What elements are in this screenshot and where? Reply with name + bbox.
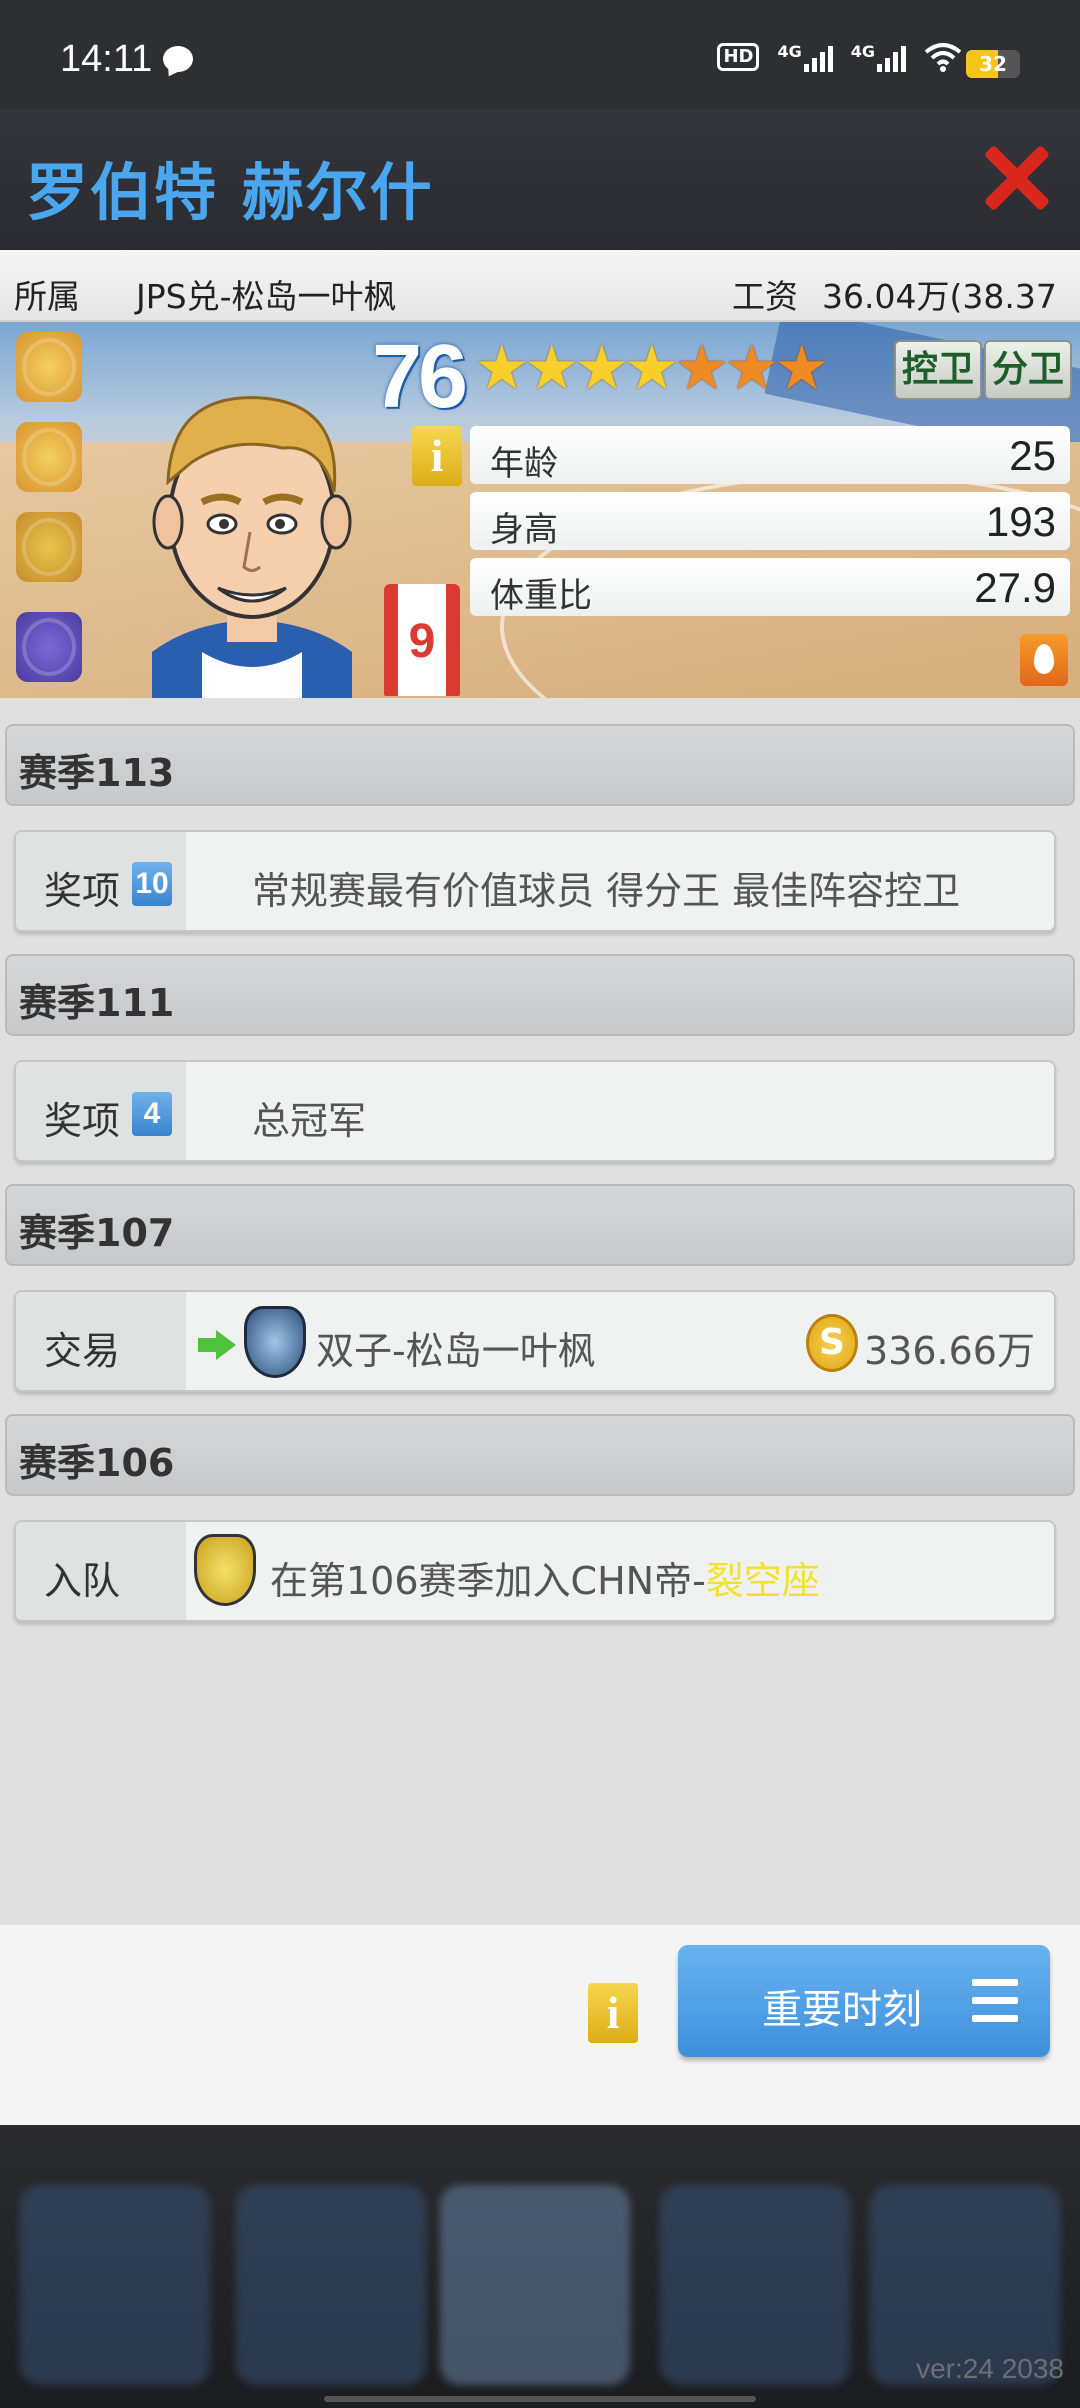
skill-badge-icon-4[interactable]: [16, 612, 82, 682]
arrow-right-icon: [198, 1330, 238, 1360]
star-icon: ★: [724, 331, 780, 404]
team-name-highlight: 裂空座: [705, 1559, 820, 1603]
season-header: 赛季106: [5, 1414, 1075, 1496]
position-badge-sg: 分卫: [984, 340, 1073, 400]
entry-type: 奖项: [44, 1099, 121, 1143]
jersey-number: 9: [408, 615, 436, 668]
status-bar: 14:11 HD 4G 4G 32: [0, 0, 1080, 110]
salary-label: 工资: [732, 277, 798, 316]
history-entry-award[interactable]: 奖项 4 总冠军: [14, 1060, 1056, 1162]
award-count-badge: 4: [132, 1092, 172, 1136]
chat-notification-icon: [163, 46, 193, 72]
player-card: 9 76 ★ ★ ★ ★ ★ ★ ★ 控卫 分卫 i 年龄 25 身高 193 体重比 27…: [0, 322, 1080, 698]
team-logo-icon: [194, 1534, 256, 1606]
season-header: 赛季113: [5, 724, 1075, 806]
jersey-icon: 9: [384, 584, 460, 696]
entry-text: 在第106赛季加入CHN帝-: [270, 1559, 706, 1603]
menu-icon: [972, 1979, 1018, 2023]
nav-item-finance[interactable]: [236, 2185, 426, 2385]
season-label: 赛季111: [19, 981, 175, 1025]
player-history-panel: 所属 JPS兑-松岛一叶枫 工资 36.04万(38.37万): [0, 250, 1080, 2125]
stat-age-label: 年龄: [490, 444, 558, 484]
stat-weight-label: 体重比: [490, 576, 592, 616]
wifi-icon: [924, 43, 962, 72]
season-header: 赛季107: [5, 1184, 1075, 1266]
entry-text: 常规赛最有价值球员 得分王 最佳阵容控卫: [252, 869, 961, 913]
nav-item-team[interactable]: [440, 2185, 630, 2385]
star-icon: ★: [624, 331, 680, 404]
trade-amount: 336.66万: [864, 1329, 1035, 1373]
team-salary-row: 所属 JPS兑-松岛一叶枫 工资 36.04万(38.37万): [0, 250, 1080, 364]
skill-badge-icon-3[interactable]: [16, 512, 82, 582]
star-icon: ★: [474, 331, 530, 404]
hd-icon: HD: [717, 43, 760, 71]
team-logo-icon: [244, 1306, 306, 1378]
coin-icon: S: [806, 1314, 858, 1372]
battery-icon: 32: [966, 50, 1020, 78]
history-entry-award[interactable]: 奖项 10 常规赛最有价值球员 得分王 最佳阵容控卫: [14, 830, 1056, 932]
net-label-1: 4G: [777, 42, 802, 61]
status-icons: HD 4G 4G: [717, 42, 962, 72]
player-avatar: [152, 396, 352, 698]
title-bar: 罗伯特 赫尔什: [0, 110, 1080, 250]
star-rating: ★ ★ ★ ★ ★ ★ ★: [474, 331, 830, 404]
nav-item-social[interactable]: [660, 2185, 850, 2385]
stat-weight-value: 27.9: [974, 564, 1056, 611]
season-label: 赛季107: [19, 1211, 175, 1255]
stat-age-value: 25: [1009, 432, 1056, 479]
info-icon[interactable]: i: [412, 426, 462, 486]
entry-type: 交易: [44, 1329, 121, 1373]
entry-type: 入队: [44, 1559, 121, 1603]
version-label: ver:24 2038: [916, 2353, 1064, 2384]
history-entry-trade[interactable]: 交易 双子-松岛一叶枫 S 336.66万: [14, 1290, 1056, 1392]
net-label-2: 4G: [850, 42, 875, 61]
stat-height-label: 身高: [490, 510, 558, 550]
history-entry-join[interactable]: 入队 在第106赛季加入CHN帝-裂空座: [14, 1520, 1056, 1622]
position-badge-pg: 控卫: [894, 340, 983, 400]
team-label: 所属: [14, 277, 80, 316]
star-icon: ★: [574, 331, 630, 404]
star-icon: ★: [524, 331, 580, 404]
season-label: 赛季106: [19, 1441, 175, 1485]
signal-4g-icon-2: 4G: [851, 42, 906, 72]
nav-item-stars[interactable]: [20, 2185, 210, 2385]
close-icon[interactable]: [982, 144, 1050, 212]
team-name: JPS兑-松岛一叶枫: [136, 277, 397, 316]
battery-level: 32: [979, 52, 1007, 76]
stat-height: 身高 193: [470, 492, 1070, 550]
season-label: 赛季113: [19, 751, 175, 795]
star-icon: ★: [674, 331, 730, 404]
stat-height-value: 193: [985, 498, 1056, 545]
player-name: 罗伯特 赫尔什: [26, 156, 434, 229]
award-count-badge: 10: [132, 862, 172, 906]
season-header: 赛季111: [5, 954, 1075, 1036]
signal-4g-icon: 4G: [777, 42, 833, 72]
entry-text: 总冠军: [252, 1099, 367, 1143]
star-icon: ★: [774, 331, 830, 404]
player-rating: 76: [372, 327, 468, 427]
stat-age: 年龄 25: [470, 426, 1070, 484]
info-icon[interactable]: i: [588, 1983, 638, 2043]
status-time: 14:11: [60, 38, 153, 80]
key-moments-label: 重要时刻: [762, 1987, 922, 2033]
entry-type: 奖项: [44, 869, 121, 913]
stat-weight-ratio: 体重比 27.9: [470, 558, 1070, 616]
entry-text: 双子-松岛一叶枫: [316, 1329, 596, 1373]
bottom-action-bar: i 重要时刻: [0, 1925, 1080, 2125]
fire-icon[interactable]: [1020, 634, 1068, 686]
skill-badge-icon-2[interactable]: [16, 422, 82, 492]
skill-badge-icon-1[interactable]: [16, 332, 82, 402]
home-indicator[interactable]: [324, 2396, 756, 2402]
key-moments-button[interactable]: 重要时刻: [678, 1945, 1050, 2057]
background-nav: ver:24 2038: [0, 2125, 1080, 2408]
